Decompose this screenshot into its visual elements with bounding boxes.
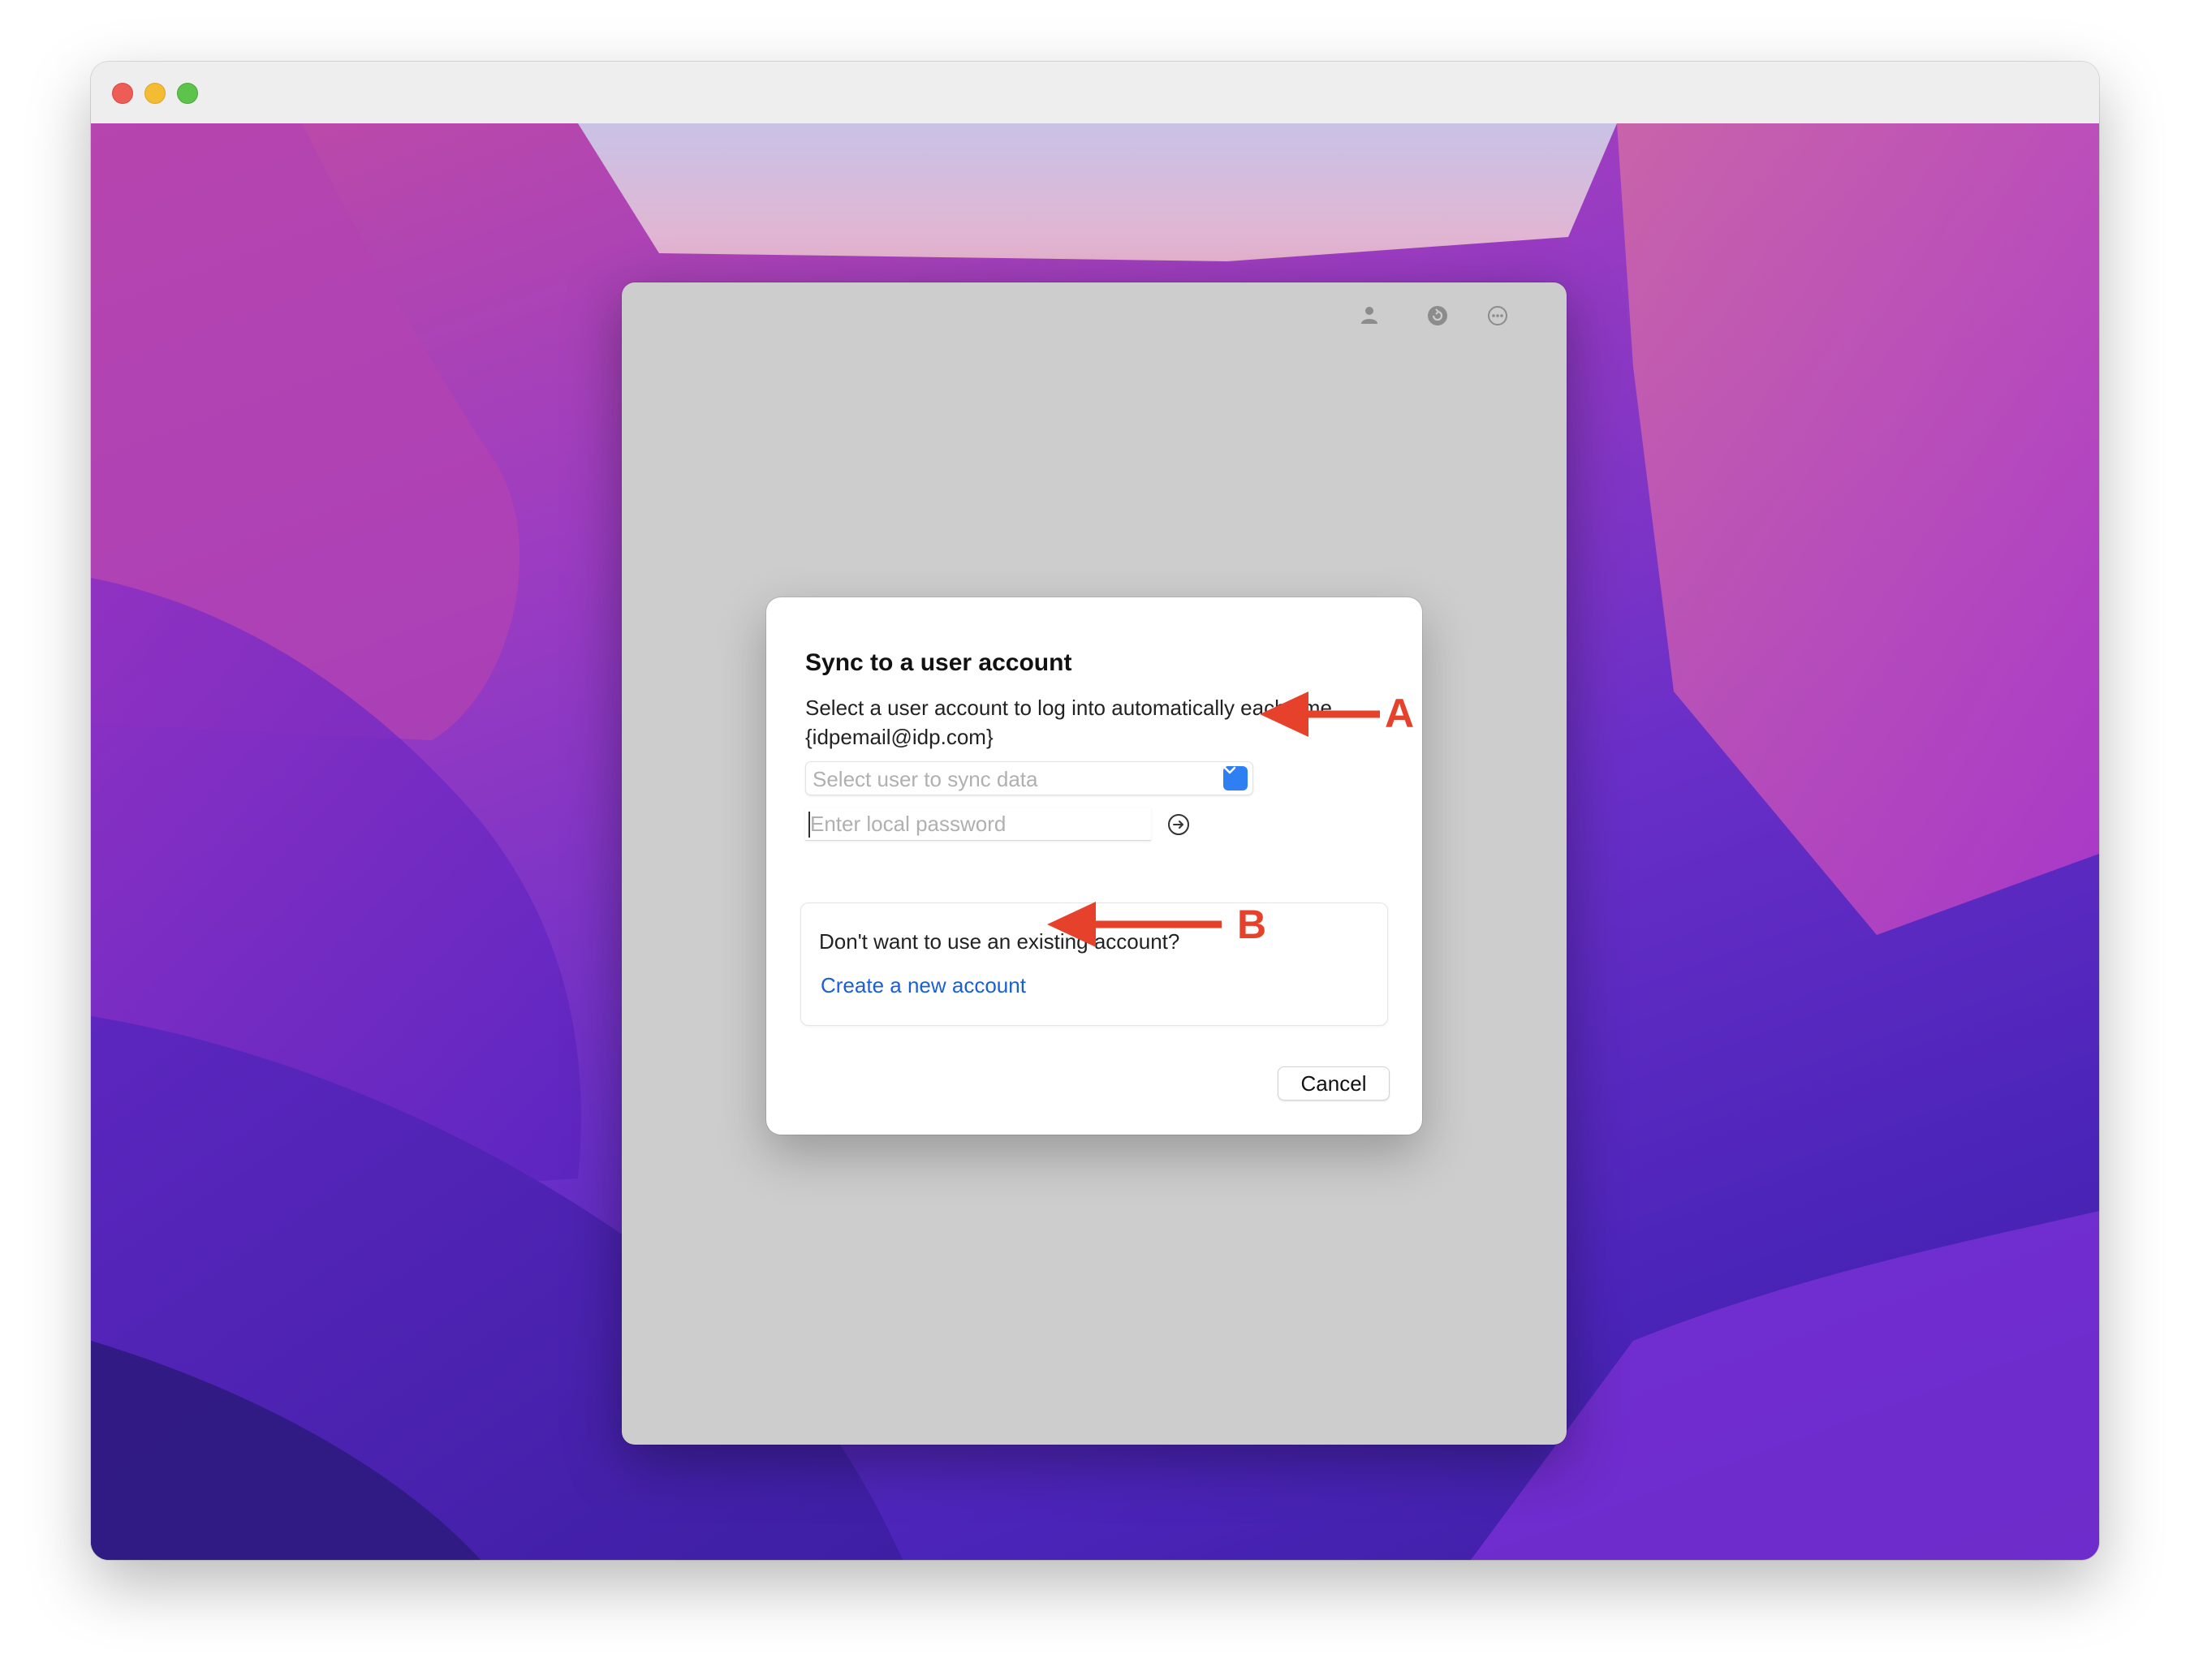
- arrow-b-icon: [1047, 902, 1222, 947]
- annotation-overlay: [1047, 691, 1380, 947]
- annotation-label-b: B: [1237, 902, 1267, 947]
- annotation-label-a: A: [1385, 691, 1415, 736]
- arrow-a-icon: [1260, 691, 1380, 737]
